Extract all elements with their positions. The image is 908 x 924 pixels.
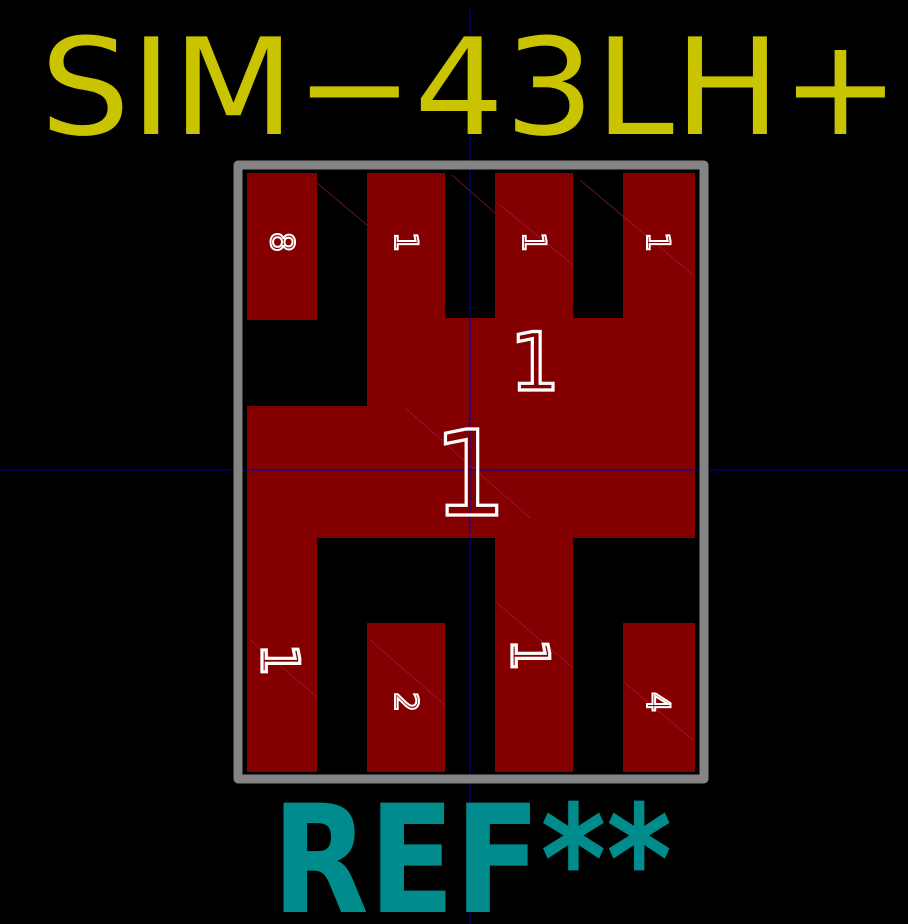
reference-label: REF** bbox=[272, 774, 672, 924]
value-label: SIM−43LH+ bbox=[40, 10, 900, 166]
pcb-footprint-canvas: SIM−43LH+ REF** 1 1 8 1 1 1 1 2 1 4 bbox=[0, 10, 908, 924]
pin-number-bottom-3: 1 bbox=[499, 638, 559, 671]
pin-number-top-4: 1 bbox=[639, 232, 677, 252]
pin-number-bottom-1: 1 bbox=[249, 643, 309, 676]
pin-number-bottom-2: 2 bbox=[387, 692, 425, 712]
center-pad-number: 1 bbox=[432, 405, 507, 543]
pin-number-bottom-4: 4 bbox=[639, 692, 677, 712]
pin-number-top-2: 1 bbox=[387, 232, 425, 252]
upper-pad-number: 1 bbox=[510, 316, 561, 409]
pin-number-top-1: 8 bbox=[263, 232, 301, 252]
pin-number-top-3: 1 bbox=[515, 232, 553, 252]
